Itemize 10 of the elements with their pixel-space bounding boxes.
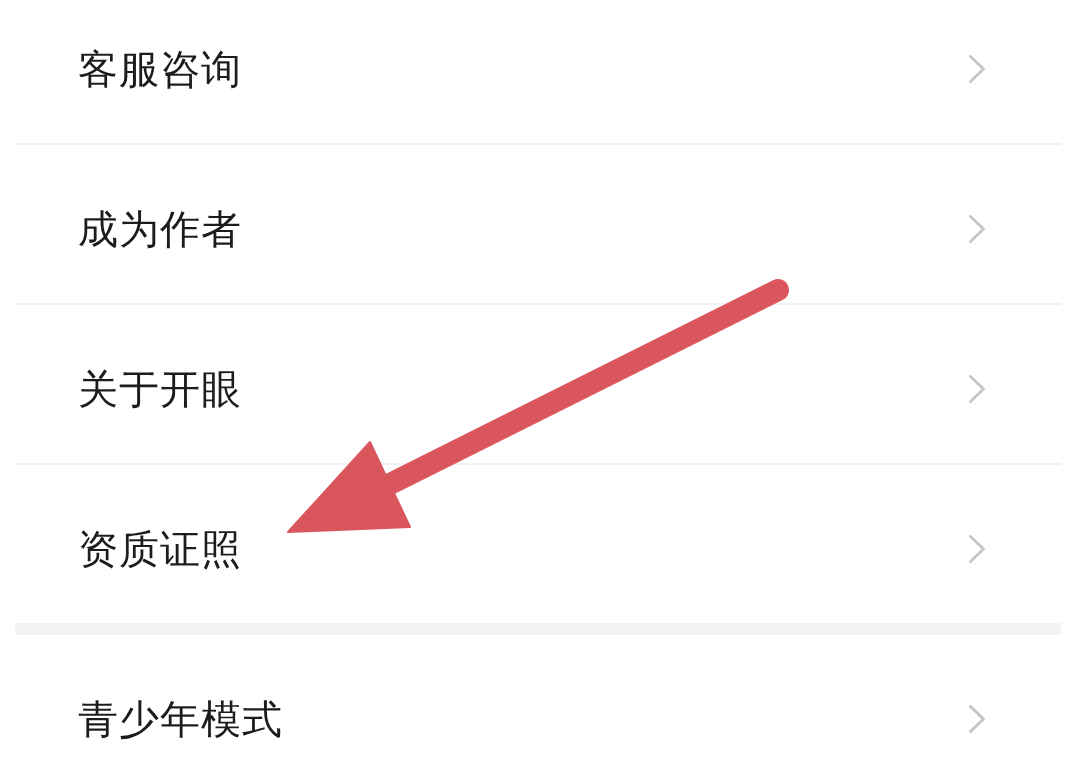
menu-item[interactable]: 资质证照 <box>15 465 1061 623</box>
chevron-right-icon <box>968 54 986 84</box>
menu-item[interactable]: 客服咨询 <box>15 0 1061 143</box>
chevron-right-icon <box>968 214 986 244</box>
menu-item[interactable]: 成为作者 <box>15 145 1061 303</box>
chevron-right-icon <box>968 534 986 564</box>
chevron-right-icon <box>968 374 986 404</box>
menu-item[interactable]: 青少年模式 <box>15 635 1061 780</box>
menu-item[interactable]: 关于开眼 <box>15 305 1061 463</box>
chevron-right-icon <box>968 704 986 734</box>
